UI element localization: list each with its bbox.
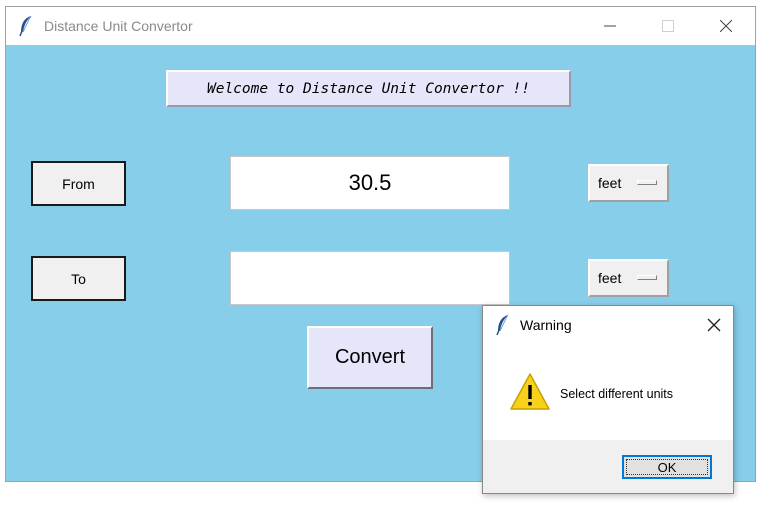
convert-button[interactable]: Convert [307, 326, 433, 389]
maximize-icon [662, 20, 674, 32]
close-icon[interactable] [707, 318, 721, 332]
welcome-banner: Welcome to Distance Unit Convertor !! [166, 70, 571, 107]
title-bar[interactable]: Distance Unit Convertor [6, 7, 755, 45]
dialog-title: Warning [520, 317, 572, 333]
dropdown-indicator-icon [637, 180, 657, 185]
ok-button[interactable]: OK [622, 455, 712, 479]
dialog-message: Select different units [560, 387, 674, 401]
dialog-title-bar[interactable]: Warning [483, 306, 733, 344]
dropdown-indicator-icon [637, 275, 657, 280]
window-title: Distance Unit Convertor [44, 18, 193, 34]
warning-icon [510, 373, 550, 410]
warning-dialog: Warning Select different units OK [482, 305, 734, 494]
feather-icon [495, 314, 511, 336]
from-label: From [31, 161, 126, 206]
dialog-footer: OK [483, 440, 733, 493]
from-unit-value: feet [598, 175, 622, 191]
from-value-input[interactable]: 30.5 [230, 156, 510, 210]
minimize-icon [604, 25, 616, 27]
close-button[interactable] [697, 7, 755, 45]
feather-icon [18, 15, 34, 37]
to-value-input[interactable] [230, 251, 510, 305]
to-label: To [31, 256, 126, 301]
maximize-button[interactable] [639, 7, 697, 45]
from-unit-select[interactable]: feet [588, 164, 669, 202]
to-unit-value: feet [598, 270, 622, 286]
minimize-button[interactable] [581, 7, 639, 45]
close-icon [720, 20, 732, 32]
to-unit-select[interactable]: feet [588, 259, 669, 297]
